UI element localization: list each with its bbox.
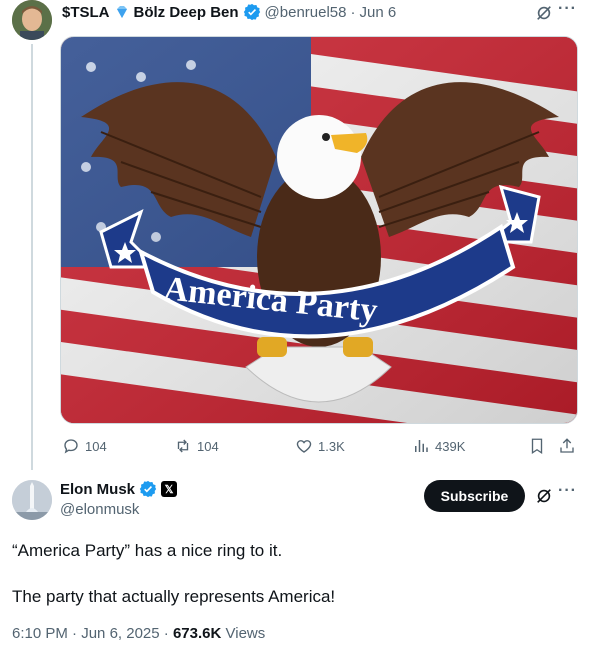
like-button[interactable]: 1.3K (295, 437, 345, 455)
tweet-header: $TSLA Bölz Deep Ben @benruel58 · Jun 6 (62, 2, 396, 22)
grok-icon[interactable] (535, 487, 553, 505)
eagle-illustration: America Party (61, 37, 577, 423)
views-count: 439K (435, 438, 466, 454)
views-icon (415, 440, 428, 452)
separator: · (163, 625, 169, 642)
tweet-image[interactable]: America Party (60, 36, 578, 424)
repost-button[interactable]: 104 (174, 437, 219, 455)
reply-icon (64, 439, 78, 454)
display-name[interactable]: Elon Musk (60, 481, 135, 498)
tweet-text-line: “America Party” has a nice ring to it. (12, 541, 283, 560)
subscribe-button[interactable]: Subscribe (424, 480, 525, 512)
tweet-time[interactable]: 6:10 PM (12, 625, 68, 642)
views-label: Views (225, 625, 266, 642)
bookmark-icon (531, 438, 543, 455)
tweet-date[interactable]: Jun 6 (359, 4, 396, 21)
handle[interactable]: @benruel58 (265, 4, 347, 21)
more-icon[interactable]: ··· (558, 1, 580, 22)
avatar[interactable] (12, 480, 52, 520)
avatar[interactable] (12, 0, 52, 40)
verified-badge-icon[interactable] (139, 480, 157, 498)
repost-count: 104 (197, 438, 219, 454)
tweet-actions: 104 104 1.3K 439K (62, 437, 582, 457)
more-icon[interactable]: ··· (558, 483, 580, 504)
share-icon (560, 438, 574, 453)
tweet-text: “America Party” has a nice ring to it. T… (12, 540, 572, 608)
separator: · (72, 625, 78, 642)
grok-icon[interactable] (535, 4, 553, 22)
thread-line (31, 44, 33, 470)
display-name[interactable]: $TSLA (62, 4, 110, 21)
like-count: 1.3K (318, 438, 345, 454)
tweet-date[interactable]: Jun 6, 2025 (81, 625, 159, 642)
diamond-icon (116, 6, 127, 18)
repost-icon (177, 439, 189, 453)
bookmark-button[interactable] (528, 437, 546, 455)
tweet-meta: 6:10 PM · Jun 6, 2025 · 673.6K Views (12, 625, 265, 642)
rocket-avatar-image (12, 480, 52, 520)
views-button[interactable]: 439K (412, 437, 465, 455)
handle[interactable]: @elonmusk (60, 501, 139, 518)
x-affiliate-badge-icon[interactable]: 𝕏 (161, 481, 178, 497)
views-count[interactable]: 673.6K (173, 625, 221, 642)
separator: · (350, 3, 356, 21)
reply-count: 104 (85, 438, 107, 454)
reply-button[interactable]: 104 (62, 437, 107, 455)
tweet-header: Elon Musk 𝕏 (60, 480, 178, 498)
tweet-text-line: The party that actually represents Ameri… (12, 587, 336, 606)
display-name-suffix[interactable]: Bölz Deep Ben (134, 4, 239, 21)
verified-badge-icon[interactable] (243, 3, 261, 21)
share-button[interactable] (558, 437, 576, 455)
avatar-face (12, 0, 52, 40)
like-icon (296, 440, 312, 453)
